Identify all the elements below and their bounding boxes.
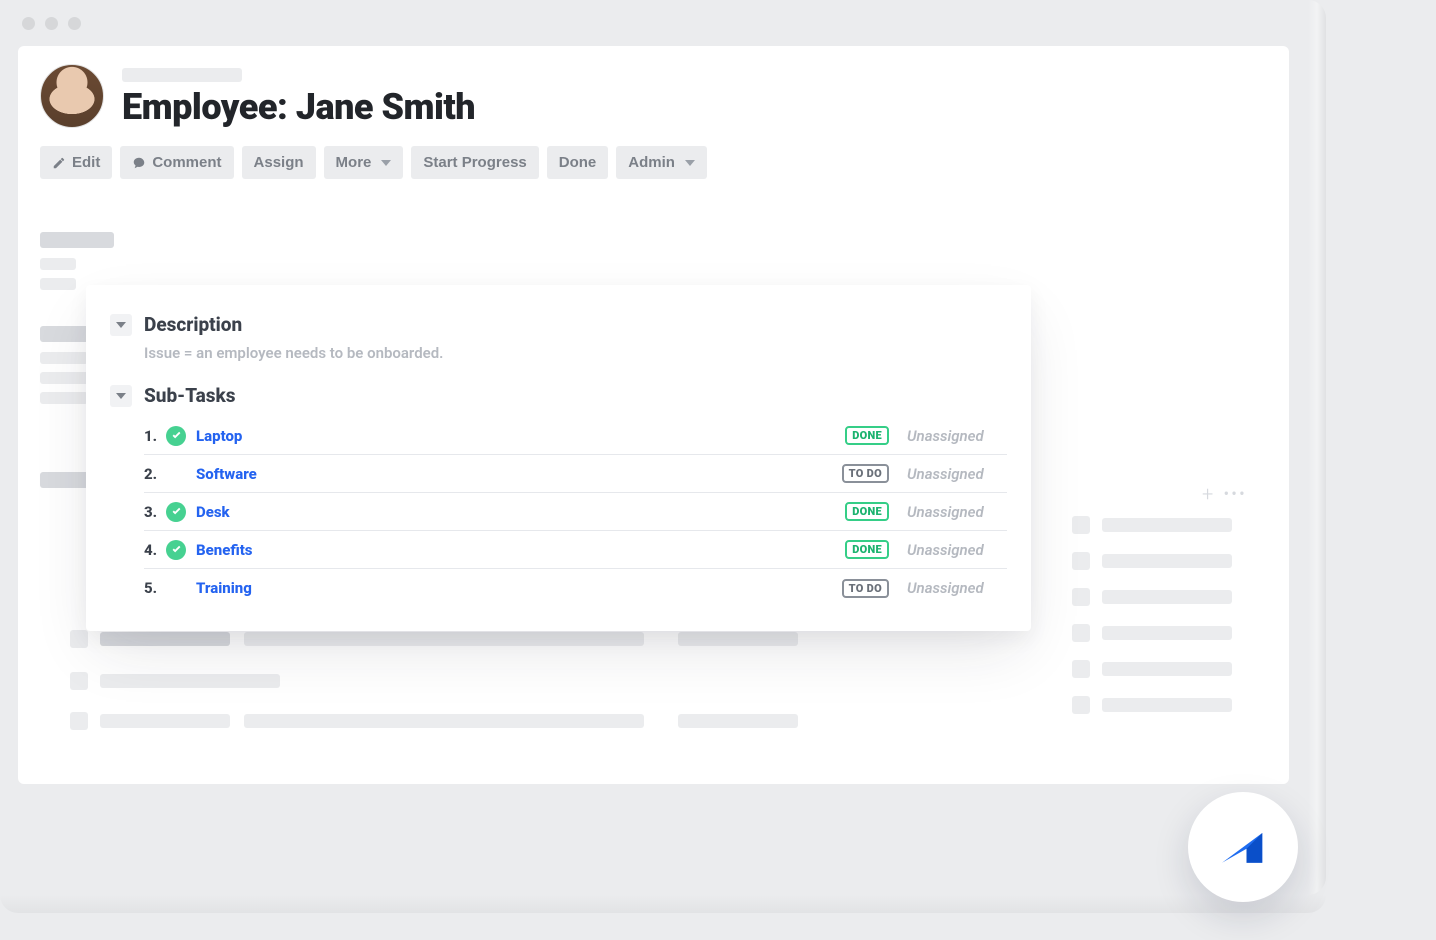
add-item-button[interactable]: + ••• [1202, 482, 1247, 506]
subtask-number: 5. [144, 579, 166, 597]
status-badge: DONE [845, 426, 889, 445]
assign-button[interactable]: Assign [242, 146, 316, 179]
description-heading: Description [144, 313, 242, 336]
admin-button[interactable]: Admin [616, 146, 707, 179]
subtask-link[interactable]: Laptop [196, 427, 242, 445]
window-close-button[interactable] [22, 17, 35, 30]
check-icon [166, 540, 186, 560]
pencil-icon [52, 156, 66, 170]
subtask-row: 3. Desk DONE Unassigned [144, 493, 1007, 531]
subtask-number: 4. [144, 541, 166, 559]
check-icon [166, 578, 186, 598]
subtasks-heading: Sub-Tasks [144, 384, 236, 407]
subtask-number: 1. [144, 427, 166, 445]
subtasks-list: 1. Laptop DONE Unassigned 2. Software TO DO Una… [86, 413, 1031, 607]
window-zoom-button[interactable] [68, 17, 81, 30]
subtask-link[interactable]: Benefits [196, 541, 253, 559]
send-icon [1215, 819, 1271, 875]
done-button[interactable]: Done [547, 146, 609, 179]
comment-button[interactable]: Comment [120, 146, 233, 179]
page-title: Employee: Jane Smith [122, 86, 475, 128]
assignee-text: Unassigned [907, 465, 1007, 483]
assignee-text: Unassigned [907, 541, 1007, 559]
more-dots-icon: ••• [1223, 484, 1246, 505]
check-icon [166, 502, 186, 522]
page-header: Employee: Jane Smith [18, 46, 1289, 128]
assignee-text: Unassigned [907, 503, 1007, 521]
status-badge: TO DO [842, 579, 889, 598]
edit-button[interactable]: Edit [40, 146, 112, 179]
subtask-row: 4. Benefits DONE Unassigned [144, 531, 1007, 569]
action-toolbar: Edit Comment Assign More Start Progress … [18, 128, 1289, 179]
subtask-row: 2. Software TO DO Unassigned [144, 455, 1007, 493]
status-badge: DONE [845, 540, 889, 559]
comment-label: Comment [152, 154, 221, 171]
check-icon [166, 464, 186, 484]
subtask-link[interactable]: Software [196, 465, 257, 483]
more-button[interactable]: More [324, 146, 404, 179]
subtask-number: 3. [144, 503, 166, 521]
description-text: Issue = an employee needs to be onboarde… [86, 342, 1031, 384]
admin-label: Admin [628, 154, 675, 171]
done-label: Done [559, 154, 597, 171]
detail-panel: Description Issue = an employee needs to… [86, 285, 1031, 631]
subtask-number: 2. [144, 465, 166, 483]
window-minimize-button[interactable] [45, 17, 58, 30]
check-icon [166, 426, 186, 446]
subtask-row: 1. Laptop DONE Unassigned [144, 417, 1007, 455]
plus-icon: + [1202, 482, 1213, 506]
breadcrumb-placeholder [122, 68, 242, 82]
status-badge: TO DO [842, 464, 889, 483]
start-progress-label: Start Progress [423, 154, 526, 171]
avatar[interactable] [40, 64, 104, 128]
comment-icon [132, 156, 146, 170]
subtask-link[interactable]: Desk [196, 503, 230, 521]
collapse-description-button[interactable] [110, 314, 132, 336]
subtask-row: 5. Training TO DO Unassigned [144, 569, 1007, 607]
status-badge: DONE [845, 502, 889, 521]
assignee-text: Unassigned [907, 579, 1007, 597]
subtask-link[interactable]: Training [196, 579, 252, 597]
start-progress-button[interactable]: Start Progress [411, 146, 538, 179]
app-launcher-button[interactable] [1188, 792, 1298, 902]
window-title-bar [0, 0, 1305, 46]
assign-label: Assign [254, 154, 304, 171]
assignee-text: Unassigned [907, 427, 1007, 445]
collapse-subtasks-button[interactable] [110, 385, 132, 407]
more-label: More [336, 154, 372, 171]
edit-label: Edit [72, 154, 100, 171]
